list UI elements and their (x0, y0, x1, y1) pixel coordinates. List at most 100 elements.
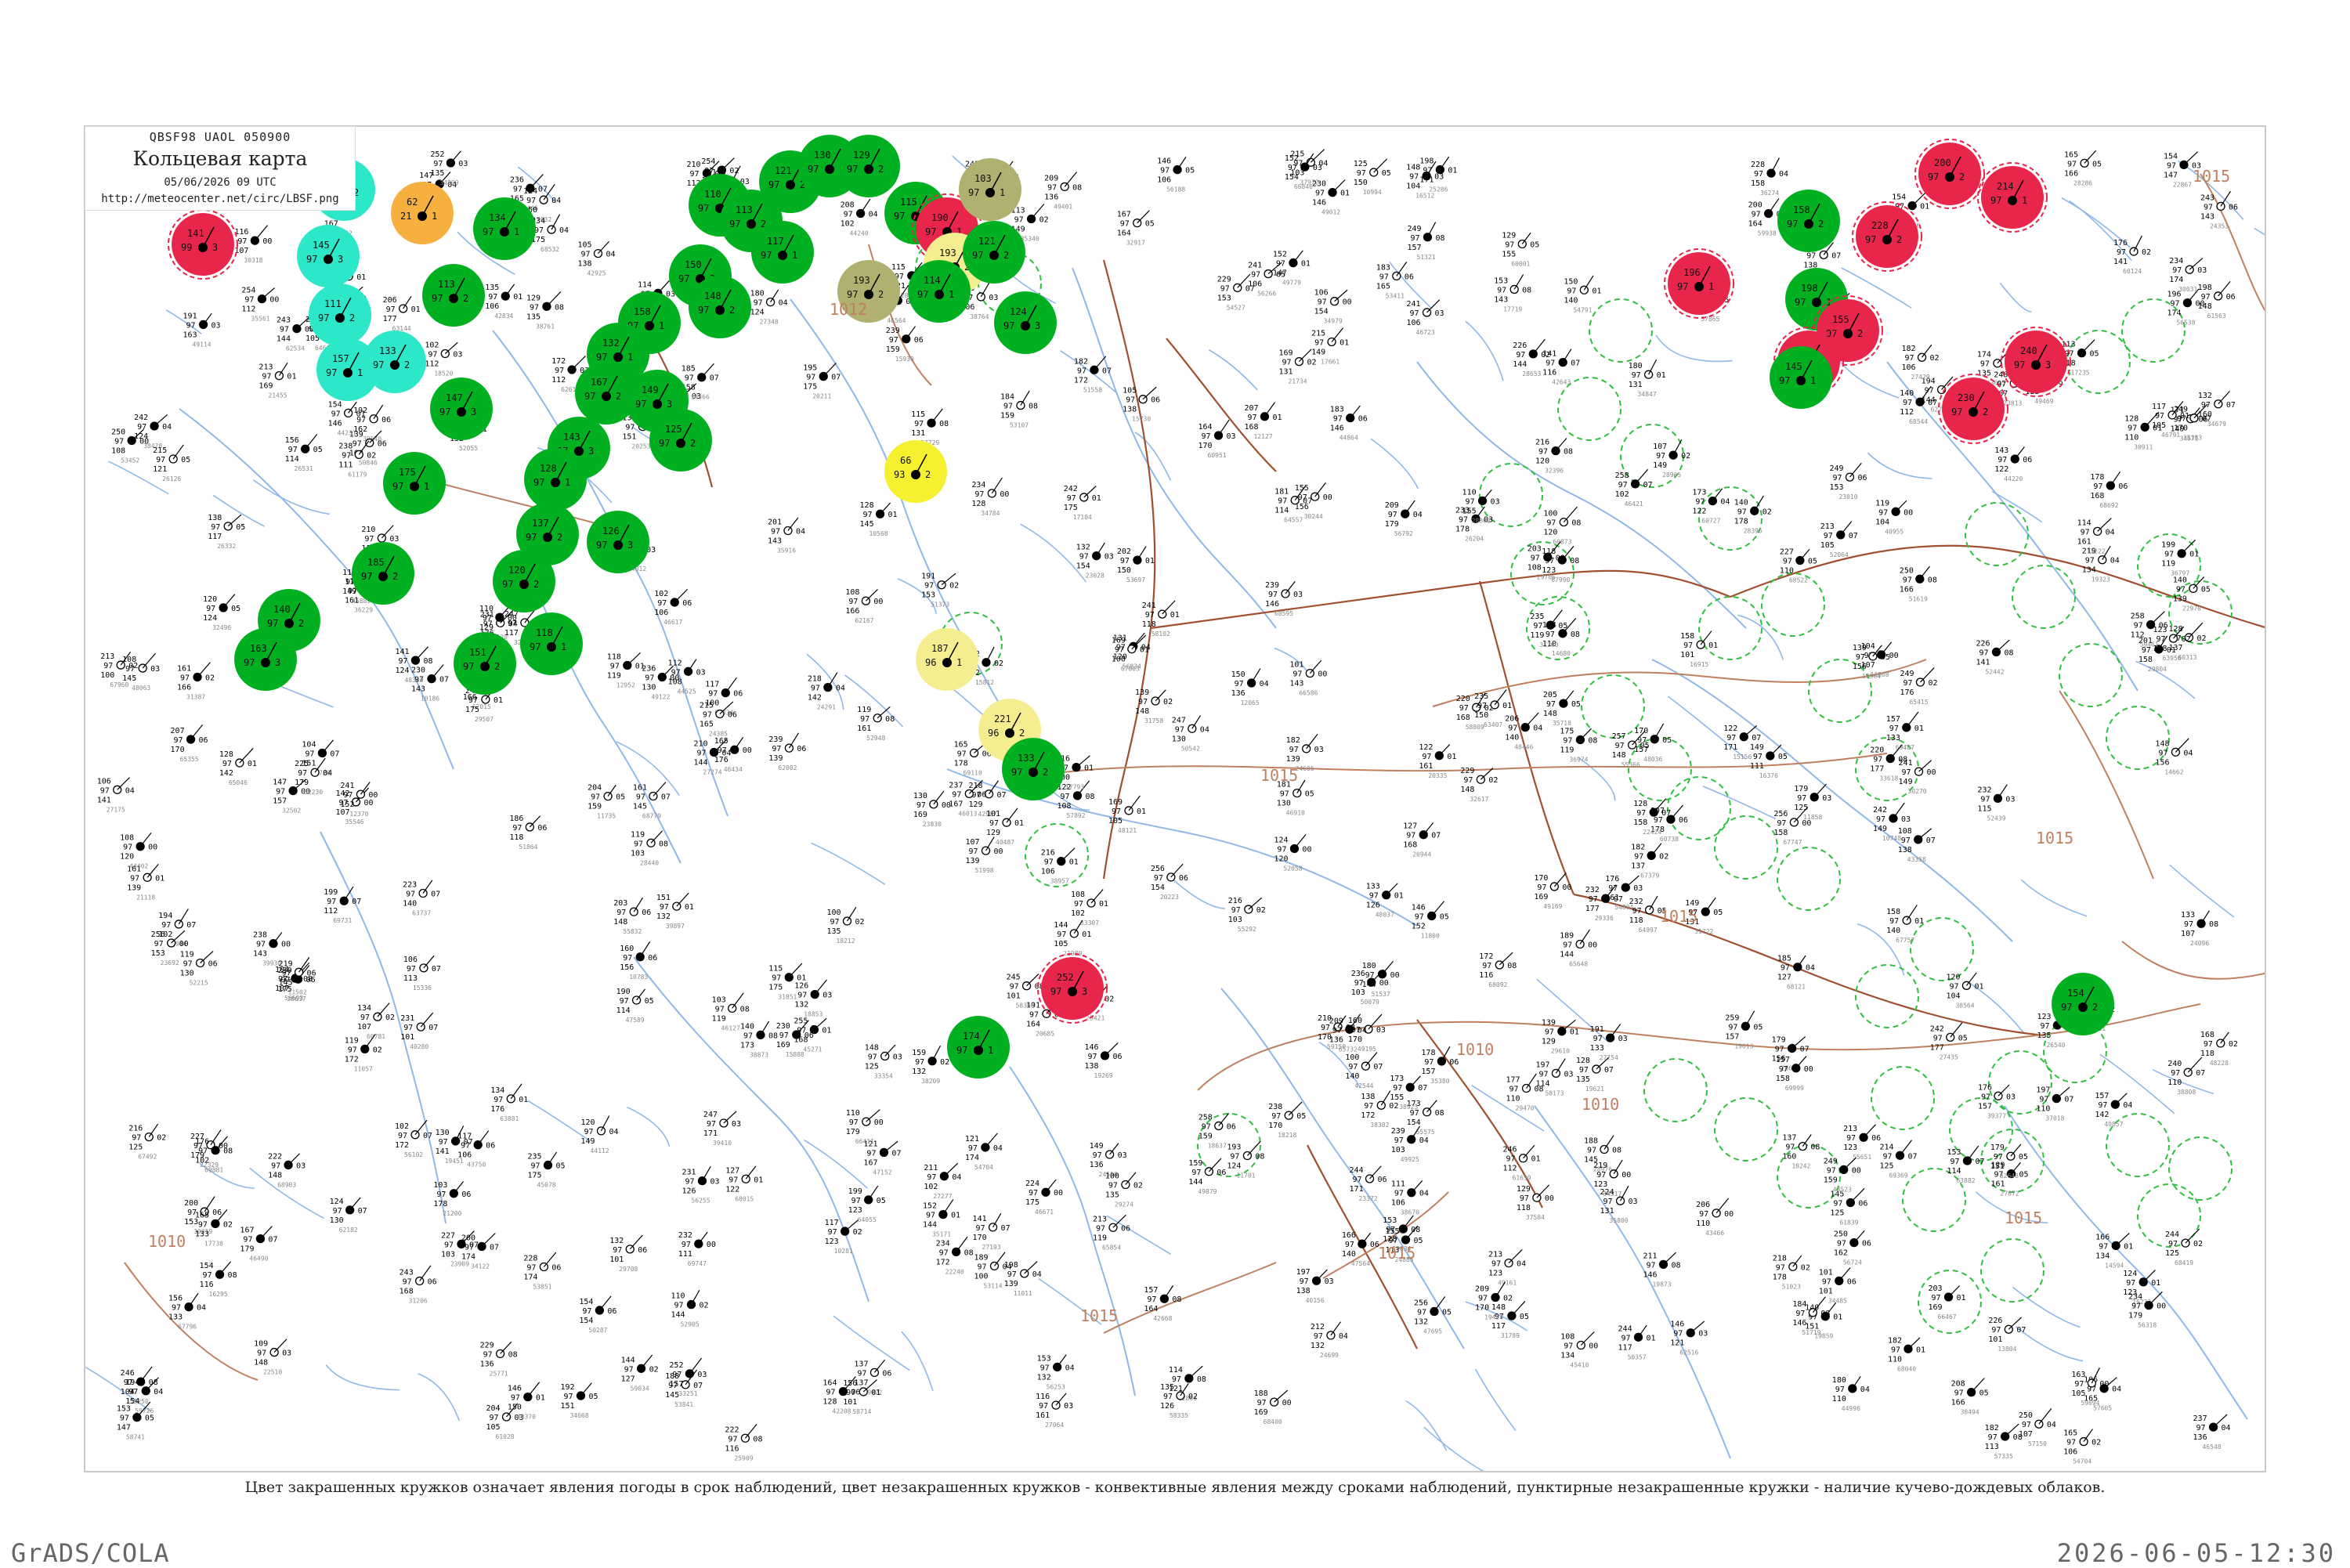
highlighted-station[interactable]: 25297 3 (1037, 953, 1108, 1024)
svg-text:170: 170 (1634, 727, 1648, 735)
svg-text:97: 97 (591, 793, 600, 802)
map-url[interactable]: http://meteocenter.net/circ/LBSF.png (85, 193, 355, 205)
svg-text:184: 184 (1792, 1300, 1806, 1309)
svg-text:24291: 24291 (817, 704, 836, 711)
synoptic-map[interactable]: 10897 001666216722797 001792232922097 02168… (85, 127, 2266, 1472)
highlighted-station[interactable]: 24097 3 (2001, 327, 2071, 397)
svg-text:138: 138 (1085, 1062, 1099, 1071)
highlighted-station[interactable]: 13397 2 (363, 331, 426, 393)
svg-text:140: 140 (403, 900, 417, 909)
svg-text:97: 97 (392, 481, 403, 492)
svg-text:122: 122 (1419, 743, 1433, 752)
highlighted-station[interactable]: 14797 3 (430, 378, 493, 440)
highlighted-station[interactable]: 13397 2 (1002, 738, 1065, 800)
svg-text:153: 153 (151, 949, 165, 958)
highlighted-station[interactable]: 10397 1 (959, 158, 1021, 221)
svg-text:189: 189 (1560, 931, 1574, 940)
svg-text:216: 216 (1535, 439, 1549, 447)
highlighted-station[interactable]: 14597 1 (1770, 346, 1832, 409)
station-plot: 16497 0317060951 (1198, 419, 1236, 459)
highlighted-station[interactable]: 12897 1 (524, 448, 587, 511)
cb-ring (2012, 565, 2076, 629)
highlighted-station[interactable]: 14897 2 (689, 276, 751, 338)
svg-text:35380: 35380 (1430, 1078, 1449, 1085)
svg-text:159: 159 (1824, 1176, 1838, 1184)
highlighted-station[interactable]: 14597 3 (297, 225, 360, 287)
highlighted-station[interactable]: 15897 2 (1777, 190, 1840, 252)
highlighted-station[interactable]: 18597 2 (352, 542, 414, 605)
svg-text:128: 128 (1633, 800, 1647, 808)
svg-text:59694: 59694 (2081, 1400, 2099, 1407)
svg-text:30318: 30318 (244, 257, 262, 264)
svg-text:101: 101 (1289, 661, 1303, 670)
highlighted-station[interactable]: 23097 2 (1938, 374, 2008, 444)
svg-text:3: 3 (2045, 359, 2051, 370)
highlighted-station[interactable]: 11197 2 (309, 284, 371, 346)
svg-text:97: 97 (1889, 724, 1899, 733)
svg-text:55366: 55366 (1622, 761, 1640, 768)
svg-text:06: 06 (212, 1209, 222, 1217)
svg-text:26332: 26332 (217, 543, 236, 550)
station-plot: 16997 0110067003 (1112, 634, 1149, 673)
svg-text:161: 161 (177, 665, 191, 674)
svg-text:112: 112 (324, 907, 338, 916)
isobar-label: 1010 (148, 1232, 186, 1251)
highlighted-station[interactable]: 12597 2 (649, 409, 712, 471)
svg-text:30244: 30244 (1304, 513, 1323, 520)
highlighted-station[interactable]: 16397 3 (234, 628, 297, 691)
station-plot: 15397 0413256253 (1037, 1354, 1075, 1390)
svg-text:31722: 31722 (1694, 928, 1713, 935)
highlighted-station[interactable]: 17497 1 (947, 1016, 1010, 1078)
highlighted-station[interactable]: 14199 3 (168, 209, 238, 280)
highlighted-station[interactable]: 18796 1 (916, 628, 978, 691)
highlighted-station[interactable]: 22897 2 (1852, 201, 1922, 272)
svg-text:97: 97 (1988, 1433, 1998, 1442)
highlighted-station[interactable]: 12997 2 (837, 135, 900, 197)
highlighted-station[interactable]: 12697 3 (587, 511, 649, 573)
svg-text:63882: 63882 (1956, 1177, 1975, 1184)
highlighted-station[interactable]: 6693 2 (884, 440, 947, 503)
svg-text:53107: 53107 (1010, 422, 1029, 429)
highlighted-station[interactable]: 19697 1 (1664, 248, 1734, 319)
svg-text:33251: 33251 (678, 1390, 697, 1397)
highlighted-station[interactable]: 12197 2 (963, 221, 1025, 284)
isobar-label: 1015 (2036, 829, 2073, 847)
highlighted-station[interactable]: 6221 1 (391, 182, 454, 244)
svg-text:97: 97 (660, 903, 669, 912)
station-plot: 13497 0117663881 (490, 1083, 528, 1122)
svg-text:136: 136 (1044, 193, 1058, 201)
svg-text:97: 97 (636, 793, 645, 802)
highlighted-station[interactable]: 15197 2 (454, 632, 516, 695)
highlighted-station[interactable]: 21497 1 (1977, 162, 2048, 233)
svg-text:116: 116 (725, 1444, 739, 1453)
highlighted-station[interactable]: 16797 2 (575, 362, 638, 425)
svg-text:97: 97 (703, 711, 712, 720)
highlighted-station[interactable]: 15497 2 (2052, 973, 2114, 1035)
svg-text:2: 2 (349, 313, 355, 323)
highlighted-station[interactable]: 11897 1 (520, 612, 583, 675)
highlighted-station[interactable]: 12097 2 (493, 550, 555, 612)
svg-text:114: 114 (285, 455, 299, 464)
svg-text:2: 2 (557, 532, 562, 543)
station-plot: 11697 0010730318 (234, 225, 272, 264)
svg-text:203: 203 (613, 899, 627, 908)
svg-text:170: 170 (1475, 1303, 1489, 1312)
highlighted-station[interactable]: 13497 1 (473, 197, 536, 260)
svg-text:97: 97 (635, 399, 646, 410)
svg-text:254: 254 (241, 287, 255, 295)
svg-text:176: 176 (1605, 875, 1619, 883)
svg-text:106: 106 (654, 609, 668, 617)
highlighted-station[interactable]: 17597 1 (383, 452, 446, 515)
station-plot: 13297 0315423028 (1076, 542, 1114, 580)
svg-text:178: 178 (1455, 525, 1470, 533)
svg-text:105: 105 (1820, 541, 1835, 550)
svg-text:97: 97 (645, 674, 654, 683)
svg-text:05: 05 (313, 446, 323, 454)
highlighted-station[interactable]: 11397 2 (422, 264, 485, 327)
highlighted-station[interactable]: 11797 1 (751, 221, 814, 284)
highlighted-station[interactable]: 20097 2 (1914, 139, 1985, 209)
isobar-label: 1015 (1080, 1306, 1118, 1325)
highlighted-station[interactable]: 12497 3 (994, 291, 1057, 354)
highlighted-station[interactable]: 11497 1 (908, 260, 971, 323)
svg-text:144: 144 (1513, 360, 1527, 369)
